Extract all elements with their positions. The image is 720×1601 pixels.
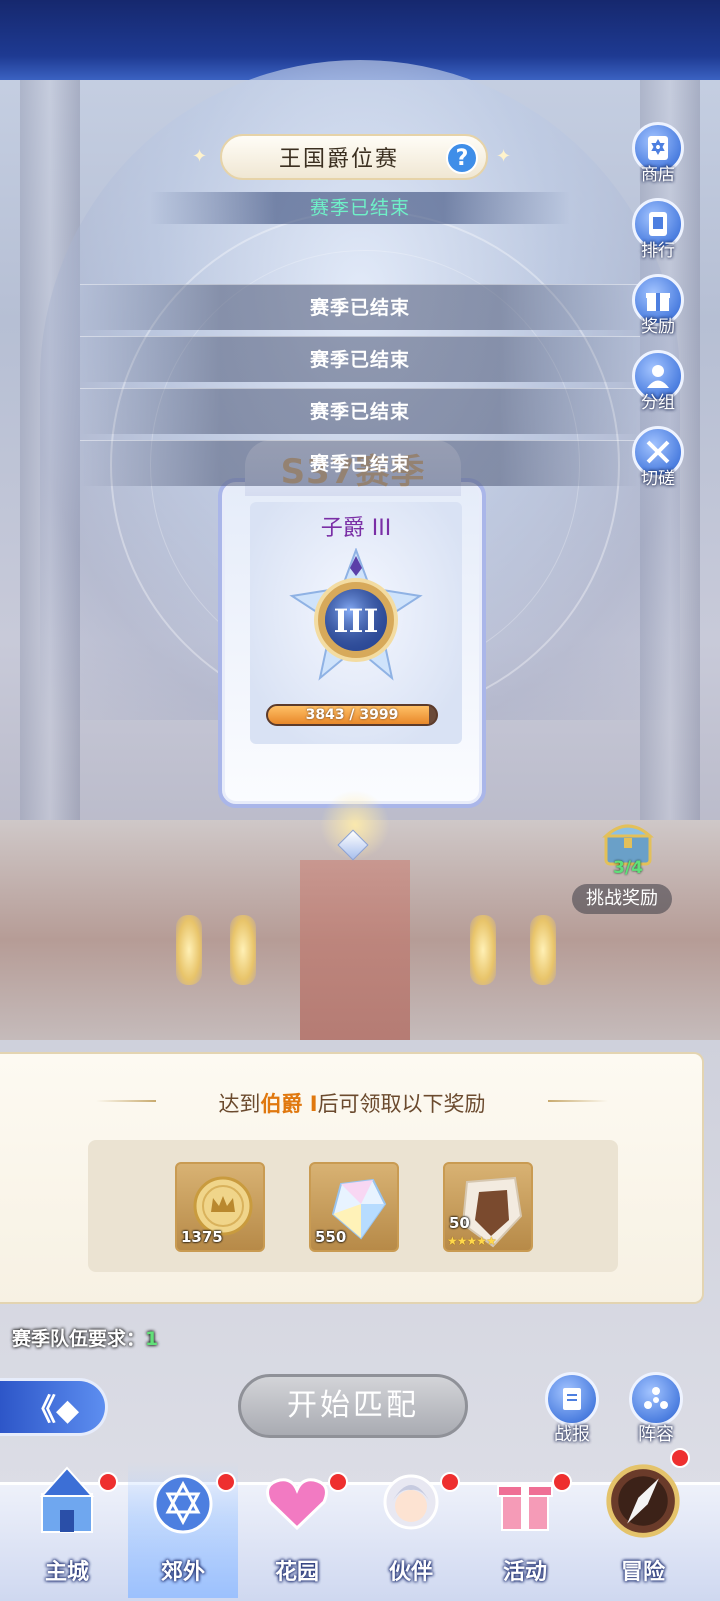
season-status: 赛季已结束 bbox=[150, 192, 570, 224]
rank-name: 子爵 III bbox=[320, 516, 392, 541]
notice-message: 赛季已结束 bbox=[80, 388, 640, 434]
lineup-button[interactable]: 阵容 bbox=[624, 1372, 688, 1446]
rank-badge-icon: III bbox=[289, 548, 423, 681]
team-requirement-value: 1 bbox=[145, 1328, 159, 1350]
nav-outskirts[interactable]: 郊外 bbox=[128, 1462, 238, 1598]
notification-dot bbox=[552, 1472, 572, 1492]
challenge-reward-button[interactable]: 挑战奖励 bbox=[572, 884, 672, 914]
heart-icon bbox=[258, 1462, 336, 1540]
notification-dot bbox=[670, 1448, 690, 1468]
item-quantity: 1375 bbox=[181, 1228, 223, 1246]
badge-numeral: III bbox=[334, 602, 379, 640]
notification-dot bbox=[440, 1472, 460, 1492]
notice-message: 赛季已结束 bbox=[80, 336, 640, 382]
reward-label: 奖励 bbox=[641, 317, 675, 337]
target-rank: 伯爵 I bbox=[260, 1092, 318, 1116]
group-label: 分组 bbox=[641, 393, 675, 413]
item-quantity: 50 bbox=[449, 1214, 470, 1232]
reward-condition: 达到伯爵 I后可领取以下奖励 bbox=[0, 1088, 704, 1118]
rank-progress-text: 3843 / 3999 bbox=[305, 707, 399, 723]
red-carpet-stairs bbox=[300, 860, 410, 1050]
page-title: 王国爵位赛 bbox=[278, 147, 399, 172]
spar-button[interactable]: 切磋 bbox=[628, 426, 688, 492]
reward-item-coin[interactable]: 1375 bbox=[175, 1162, 265, 1252]
companion-avatar-icon bbox=[372, 1462, 450, 1540]
reward-title-prefix: 达到 bbox=[218, 1092, 261, 1116]
nav-label: 冒险 bbox=[620, 1560, 665, 1585]
lamp bbox=[230, 915, 256, 985]
report-icon bbox=[545, 1372, 599, 1426]
lamp bbox=[530, 915, 556, 985]
nav-adventure[interactable]: 冒险 bbox=[588, 1448, 698, 1598]
notice-message: 赛季已结束 bbox=[80, 440, 640, 486]
gift-box-icon bbox=[486, 1462, 564, 1540]
start-match-button[interactable]: 开始匹配 bbox=[238, 1374, 468, 1438]
compass-icon bbox=[604, 1462, 682, 1540]
mode-title: 王国爵位赛 ? bbox=[220, 134, 488, 180]
nav-label: 活动 bbox=[502, 1560, 547, 1585]
notification-dot bbox=[98, 1472, 118, 1492]
star-rating: ★★★★★ bbox=[447, 1234, 497, 1248]
battle-report-label: 战报 bbox=[554, 1424, 590, 1445]
nav-partners[interactable]: 伙伴 bbox=[356, 1462, 466, 1598]
reward-item-shard[interactable]: 50 ★★★★★ bbox=[443, 1162, 533, 1252]
reward-button[interactable]: 奖励 bbox=[628, 274, 688, 340]
help-icon[interactable]: ? bbox=[446, 142, 478, 174]
castle-icon bbox=[28, 1462, 106, 1540]
sparkle-icon: ✦ bbox=[192, 146, 208, 167]
ranking-label: 排行 bbox=[641, 241, 675, 261]
lamp bbox=[470, 915, 496, 985]
notification-dot bbox=[216, 1472, 236, 1492]
nav-garden[interactable]: 花园 bbox=[242, 1462, 352, 1598]
group-button[interactable]: 分组 bbox=[628, 350, 688, 416]
item-quantity: 550 bbox=[315, 1228, 347, 1246]
lamp bbox=[176, 915, 202, 985]
nav-main-city[interactable]: 主城 bbox=[12, 1462, 122, 1598]
challenge-count: 3/4 bbox=[613, 858, 643, 878]
team-requirement-label: 赛季队伍要求： bbox=[12, 1328, 146, 1350]
nav-label: 伙伴 bbox=[388, 1560, 433, 1585]
team-requirement: 赛季队伍要求：1 bbox=[12, 1324, 158, 1351]
back-button[interactable]: 《◆ bbox=[0, 1378, 108, 1436]
nav-label: 花园 bbox=[274, 1560, 319, 1585]
notification-dot bbox=[328, 1472, 348, 1492]
ranking-button[interactable]: 排行 bbox=[628, 198, 688, 264]
shop-button[interactable]: 商店 bbox=[628, 122, 688, 188]
spar-label: 切磋 bbox=[641, 469, 675, 489]
reward-title-suffix: 后可领取以下奖励 bbox=[317, 1092, 486, 1116]
nav-label: 郊外 bbox=[160, 1560, 205, 1585]
lineup-icon bbox=[629, 1372, 683, 1426]
reward-item-crystal[interactable]: 550 bbox=[309, 1162, 399, 1252]
sparkle-icon: ✦ bbox=[496, 146, 512, 167]
shop-label: 商店 bbox=[641, 165, 675, 185]
back-arrow-icon: 《◆ bbox=[25, 1393, 80, 1428]
lineup-label: 阵容 bbox=[638, 1424, 674, 1445]
nav-events[interactable]: 活动 bbox=[470, 1462, 580, 1598]
nav-label: 主城 bbox=[44, 1560, 89, 1585]
hexagram-icon bbox=[144, 1462, 222, 1540]
battle-report-button[interactable]: 战报 bbox=[540, 1372, 604, 1446]
rank-progress-bar: 3843 / 3999 bbox=[266, 704, 438, 726]
notice-message: 赛季已结束 bbox=[80, 284, 640, 330]
